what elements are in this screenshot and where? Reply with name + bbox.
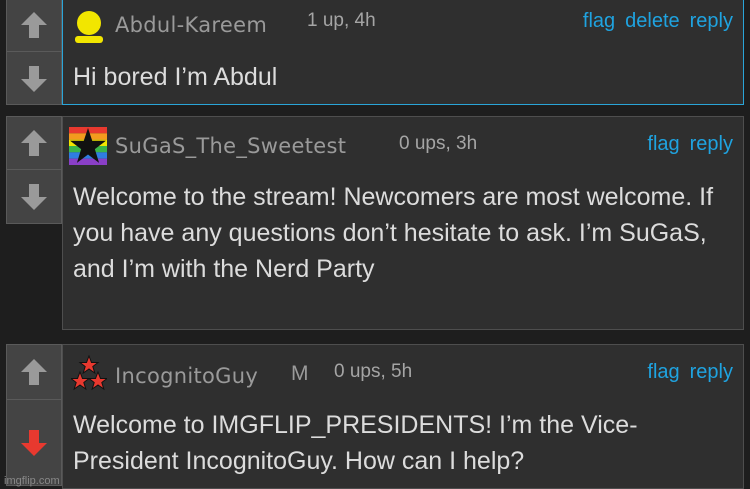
vote-column [6,0,62,105]
comment-actions: flag delete reply [583,10,733,33]
flag-link[interactable]: flag [647,133,679,156]
arrow-down-icon [21,184,47,210]
flag-link[interactable]: flag [647,361,679,384]
comment-meta: 1 up, 4h [307,10,376,31]
vote-column [6,116,62,224]
downvote-button[interactable] [7,51,61,105]
stars-icon [71,355,107,391]
flag-link[interactable]: flag [583,10,615,33]
reply-link[interactable]: reply [690,133,733,156]
username[interactable]: SuGaS_The_Sweetest [115,134,346,158]
comment-actions: flag reply [647,133,733,156]
watermark: imgflip.com [4,475,60,487]
username[interactable]: Abdul-Kareem [115,13,267,37]
comment-meta: 0 ups, 3h [399,133,478,154]
yellow-person-icon [75,11,103,43]
comment-body: Abdul-Kareem 1 up, 4h flag delete reply … [62,0,744,105]
reply-link[interactable]: reply [690,361,733,384]
comment-body: IncognitoGuy M 0 ups, 5h flag reply Welc… [62,344,744,489]
downvote-button-active[interactable] [7,399,61,486]
upvote-button[interactable] [7,345,61,400]
comment-text: Hi bored I’m Abdul [73,63,278,91]
username[interactable]: IncognitoGuy [115,364,258,388]
comment-meta: 0 ups, 5h [334,361,413,382]
delete-link[interactable]: delete [625,10,680,33]
vote-column [6,344,62,486]
arrow-up-icon [21,359,47,385]
downvote-button[interactable] [7,169,61,224]
upvote-button[interactable] [7,117,61,170]
comment-text: Welcome to the stream! Newcomers are mos… [73,183,714,283]
mod-badge: M [291,362,309,385]
arrow-up-icon [21,130,47,156]
arrow-down-icon [21,65,47,92]
reply-link[interactable]: reply [690,10,733,33]
comment-actions: flag reply [647,361,733,384]
rainbow-star-icon [69,127,107,165]
upvote-button[interactable] [7,0,61,52]
comment-body: SuGaS_The_Sweetest 0 ups, 3h flag reply … [62,116,744,330]
arrow-down-icon [21,430,47,456]
comment-text: Welcome to IMGFLIP_PRESIDENTS! I’m the V… [73,411,638,475]
arrow-up-icon [21,12,47,38]
